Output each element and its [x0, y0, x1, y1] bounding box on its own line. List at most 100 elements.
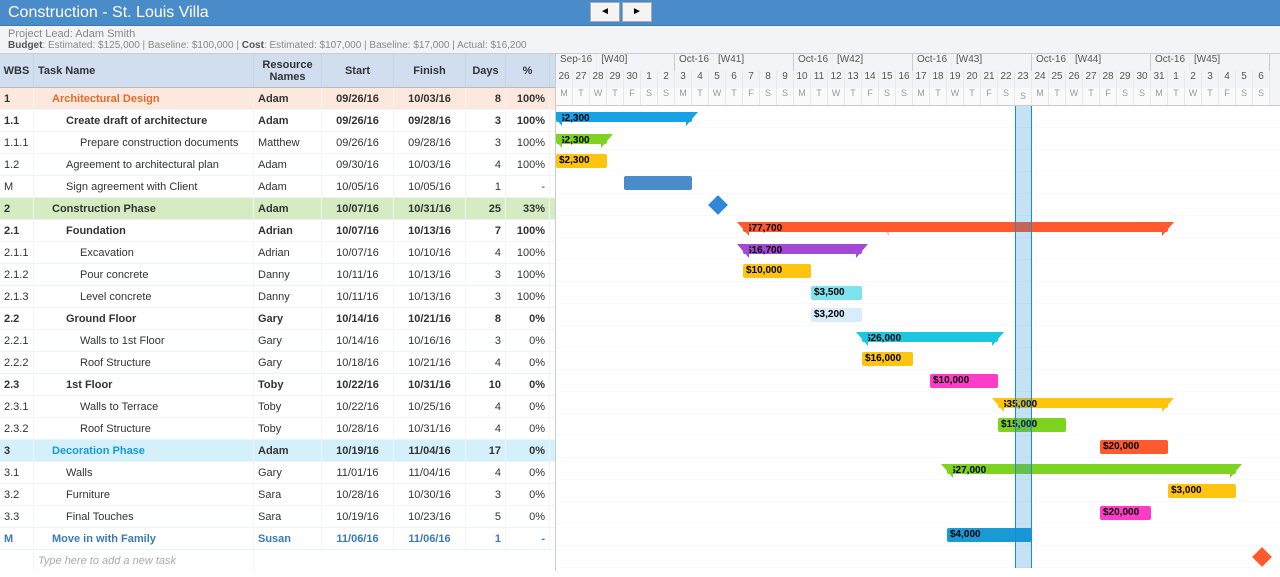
date-cell[interactable]: 14: [862, 71, 879, 88]
date-cell[interactable]: 26: [556, 71, 573, 88]
date-cell[interactable]: 8: [760, 71, 777, 88]
date-cell[interactable]: 15: [879, 71, 896, 88]
date-cell[interactable]: 28: [1100, 71, 1117, 88]
table-row[interactable]: 2.3.1Walls to TerraceToby10/22/1610/25/1…: [0, 396, 555, 418]
col-start[interactable]: Start: [322, 54, 394, 87]
date-cell[interactable]: 20: [964, 71, 981, 88]
gantt-row[interactable]: $26,000: [556, 326, 1280, 348]
date-cell[interactable]: 30: [1134, 71, 1151, 88]
table-row[interactable]: 2.1.2Pour concreteDanny10/11/1610/13/163…: [0, 264, 555, 286]
date-cell[interactable]: 19: [947, 71, 964, 88]
gantt-row[interactable]: $2,300: [556, 106, 1280, 128]
date-cell[interactable]: 6: [726, 71, 743, 88]
gantt-row[interactable]: $16,000: [556, 348, 1280, 370]
date-cell[interactable]: 28: [590, 71, 607, 88]
table-row[interactable]: 2.31st FloorToby10/22/1610/31/16100%: [0, 374, 555, 396]
table-row[interactable]: 2.2.1Walls to 1st FloorGary10/14/1610/16…: [0, 330, 555, 352]
gantt-row[interactable]: $2,300: [556, 128, 1280, 150]
task-bar[interactable]: $16,000: [862, 352, 913, 366]
table-row[interactable]: 2.1.1ExcavationAdrian10/07/1610/10/16410…: [0, 242, 555, 264]
table-row[interactable]: 2.2.2Roof StructureGary10/18/1610/21/164…: [0, 352, 555, 374]
date-cell[interactable]: 2: [1185, 71, 1202, 88]
col-resource[interactable]: Resource Names: [254, 54, 322, 87]
gantt-row[interactable]: $15,000: [556, 414, 1280, 436]
gantt-row[interactable]: $77,700: [556, 216, 1280, 238]
date-cell[interactable]: 5: [1236, 71, 1253, 88]
date-cell[interactable]: 12: [828, 71, 845, 88]
gantt-row[interactable]: $27,000: [556, 458, 1280, 480]
date-cell[interactable]: 22: [998, 71, 1015, 88]
table-row[interactable]: 2Construction PhaseAdam10/07/1610/31/162…: [0, 198, 555, 220]
date-cell[interactable]: 30: [624, 71, 641, 88]
summary-bar[interactable]: $27,000: [947, 464, 1236, 474]
date-cell[interactable]: 2: [658, 71, 675, 88]
date-cell[interactable]: 7: [743, 71, 760, 88]
table-row[interactable]: 3.1WallsGary11/01/1611/04/1640%: [0, 462, 555, 484]
table-row[interactable]: MSign agreement with ClientAdam10/05/161…: [0, 176, 555, 198]
date-cell[interactable]: 17: [913, 71, 930, 88]
gantt-row[interactable]: $4,000: [556, 524, 1280, 546]
gantt-row[interactable]: $3,500: [556, 282, 1280, 304]
date-cell[interactable]: 4: [1219, 71, 1236, 88]
date-cell[interactable]: 26: [1066, 71, 1083, 88]
date-cell[interactable]: 4: [692, 71, 709, 88]
table-row[interactable]: 3.3Final TouchesSara10/19/1610/23/1650%: [0, 506, 555, 528]
gantt-row[interactable]: $10,000: [556, 260, 1280, 282]
table-row[interactable]: 2.1.3Level concreteDanny10/11/1610/13/16…: [0, 286, 555, 308]
date-cell[interactable]: 6: [1253, 71, 1270, 88]
nav-prev-button[interactable]: ◄: [590, 2, 620, 22]
table-row[interactable]: 3.2FurnitureSara10/28/1610/30/1630%: [0, 484, 555, 506]
task-bar[interactable]: $20,000: [1100, 506, 1151, 520]
table-row[interactable]: 2.1FoundationAdrian10/07/1610/13/167100%: [0, 220, 555, 242]
summary-bar[interactable]: $35,000: [998, 398, 1168, 408]
gantt-row[interactable]: $3,000: [556, 480, 1280, 502]
nav-next-button[interactable]: ►: [622, 2, 652, 22]
date-cell[interactable]: 29: [1117, 71, 1134, 88]
new-task-row[interactable]: Type here to add a new task: [0, 550, 555, 571]
table-row[interactable]: 1.1.1Prepare construction documentsMatth…: [0, 132, 555, 154]
gantt-row[interactable]: [556, 194, 1280, 216]
task-bar[interactable]: $3,000: [1168, 484, 1236, 498]
gantt-row[interactable]: $16,700: [556, 238, 1280, 260]
task-bar[interactable]: $3,500: [811, 286, 862, 300]
gantt-row[interactable]: $20,000: [556, 436, 1280, 458]
date-cell[interactable]: 3: [1202, 71, 1219, 88]
date-cell[interactable]: 16: [896, 71, 913, 88]
table-row[interactable]: 1Architectural DesignAdam09/26/1610/03/1…: [0, 88, 555, 110]
table-row[interactable]: MMove in with FamilySusan11/06/1611/06/1…: [0, 528, 555, 550]
col-percent[interactable]: %: [506, 54, 550, 87]
task-bar[interactable]: $10,000: [743, 264, 811, 278]
milestone-diamond[interactable]: [708, 195, 728, 215]
gantt-row[interactable]: [556, 172, 1280, 194]
date-cell[interactable]: 31: [1151, 71, 1168, 88]
summary-bar[interactable]: $26,000: [862, 332, 998, 342]
gantt-row[interactable]: $35,000: [556, 392, 1280, 414]
date-cell[interactable]: 27: [573, 71, 590, 88]
task-bar[interactable]: $3,200: [811, 308, 862, 322]
gantt-row[interactable]: [556, 546, 1280, 568]
date-cell[interactable]: 1: [641, 71, 658, 88]
table-row[interactable]: 1.2Agreement to architectural planAdam09…: [0, 154, 555, 176]
task-bar[interactable]: $15,000: [998, 418, 1066, 432]
task-bar[interactable]: $2,300: [556, 154, 607, 168]
task-bar[interactable]: $10,000: [930, 374, 998, 388]
date-cell[interactable]: 23: [1015, 71, 1032, 88]
date-cell[interactable]: 11: [811, 71, 828, 88]
milestone-diamond[interactable]: [1252, 547, 1272, 567]
table-row[interactable]: 2.3.2Roof StructureToby10/28/1610/31/164…: [0, 418, 555, 440]
date-cell[interactable]: 13: [845, 71, 862, 88]
col-finish[interactable]: Finish: [394, 54, 466, 87]
date-cell[interactable]: 21: [981, 71, 998, 88]
table-row[interactable]: 3Decoration PhaseAdam10/19/1611/04/16170…: [0, 440, 555, 462]
date-cell[interactable]: 27: [1083, 71, 1100, 88]
date-cell[interactable]: 9: [777, 71, 794, 88]
date-cell[interactable]: 25: [1049, 71, 1066, 88]
gantt-row[interactable]: $20,000: [556, 502, 1280, 524]
gantt-row[interactable]: $2,300: [556, 150, 1280, 172]
col-wbs[interactable]: WBS: [0, 54, 34, 87]
date-cell[interactable]: 24: [1032, 71, 1049, 88]
table-row[interactable]: 2.2Ground FloorGary10/14/1610/21/1680%: [0, 308, 555, 330]
date-cell[interactable]: 1: [1168, 71, 1185, 88]
table-row[interactable]: 1.1Create draft of architectureAdam09/26…: [0, 110, 555, 132]
task-bar[interactable]: [624, 176, 692, 190]
